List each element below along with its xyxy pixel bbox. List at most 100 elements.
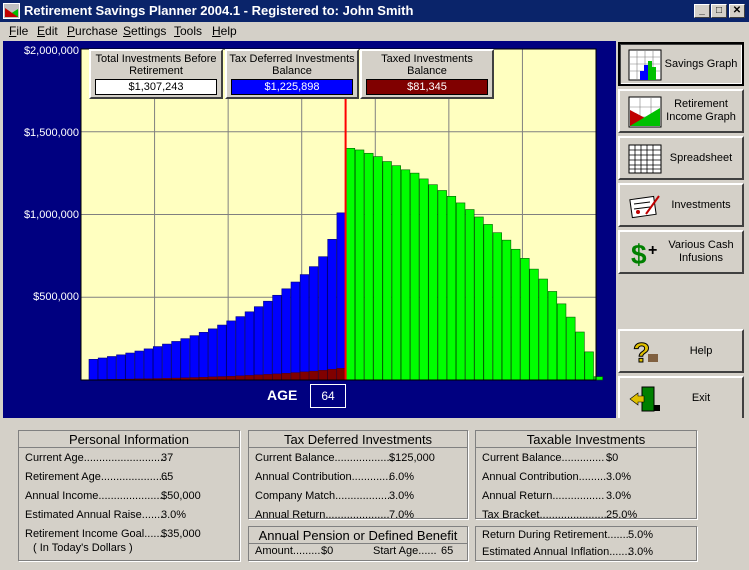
deferred-bar <box>272 294 282 381</box>
menu-edit[interactable]: Edit <box>37 24 58 38</box>
taxed-bar <box>327 369 337 381</box>
investments-button[interactable]: Investments <box>618 183 744 227</box>
retirement-bar <box>474 216 484 381</box>
deferred-bar <box>217 324 227 381</box>
deferred-bar <box>318 256 328 381</box>
retirement-bar <box>520 258 530 381</box>
total-investments-title: Total Investments Before Retirement <box>95 53 217 77</box>
taxed-bar <box>318 370 328 381</box>
retirement-bar <box>492 232 502 381</box>
deferred-balance-row: Current Balance................... $125,0… <box>255 452 435 464</box>
taxed-bar <box>263 374 273 381</box>
retirement-bar <box>566 316 576 381</box>
spreadsheet-icon <box>628 144 662 174</box>
taxed-bar <box>281 373 291 381</box>
retirement-bar <box>575 331 585 381</box>
svg-text:$: $ <box>631 239 647 269</box>
deferred-bar <box>336 212 346 381</box>
taxed-bar <box>290 372 300 381</box>
retirement-bar <box>446 195 457 381</box>
exit-label: Exit <box>691 391 711 404</box>
personal-info-title: Personal Information <box>19 432 239 448</box>
retirement-income-graph-button[interactable]: Retirement Income Graph <box>618 89 744 133</box>
close-button[interactable]: ✕ <box>729 4 745 18</box>
pension-amount-row: Amount......... $0 <box>255 545 334 557</box>
y-tick-label: $500,000 <box>33 291 79 303</box>
current-age-row: Current Age........................... 37 <box>25 452 174 464</box>
cash-infusions-button[interactable]: $ + Various Cash Infusions <box>618 230 744 274</box>
menu-bar: File Edit Purchase Settings Tools Help <box>0 22 749 40</box>
income-goal-row: Retirement Income Goal....... $35,000 <box>25 528 201 540</box>
todays-dollars-note: ( In Today's Dollars ) <box>33 542 133 554</box>
menu-file[interactable]: File <box>9 24 28 38</box>
deferred-bar <box>263 300 273 381</box>
retirement-bar <box>437 190 447 381</box>
retirement-bar <box>364 152 374 381</box>
deferred-bar <box>189 335 199 381</box>
retirement-bar <box>556 303 567 381</box>
retirement-bar <box>483 224 493 381</box>
retirement-bar <box>538 278 548 381</box>
retirement-bar <box>428 184 438 381</box>
cash-infusions-label: Various Cash Infusions <box>668 239 734 264</box>
taxed-bar <box>300 371 310 381</box>
deferred-bar <box>134 350 144 381</box>
deferred-contribution-row: Annual Contribution............. 6.0% <box>255 471 415 483</box>
pension-title: Annual Pension or Defined Benefit <box>249 528 467 544</box>
retirement-bar <box>455 202 466 381</box>
deferred-bar <box>171 341 181 381</box>
maximize-button[interactable]: □ <box>711 4 727 18</box>
total-investments-box: Total Investments Before Retirement $1,3… <box>89 49 223 99</box>
exit-button[interactable]: Exit <box>618 376 744 420</box>
deferred-bar <box>97 357 108 381</box>
savings-graph-button[interactable]: Savings Graph <box>618 42 744 86</box>
taxable-group[interactable]: Taxable Investments Current Balance.....… <box>475 430 697 521</box>
title-bar: Retirement Savings Planner 2004.1 - Regi… <box>0 0 749 22</box>
retirement-bar <box>400 169 411 381</box>
retirement-bar <box>419 178 429 381</box>
taxed-bar <box>235 375 245 381</box>
deferred-bar <box>88 359 98 381</box>
retirement-assumptions-group[interactable]: Return During Retirement....... 5.0% Esti… <box>475 526 697 561</box>
deferred-bar <box>180 338 190 381</box>
deferred-bar <box>290 281 300 381</box>
minimize-button[interactable]: _ <box>694 4 710 18</box>
menu-purchase[interactable]: Purchase <box>67 24 118 38</box>
spreadsheet-button[interactable]: Spreadsheet <box>618 136 744 180</box>
age-label: AGE <box>267 387 298 403</box>
retirement-bar <box>511 248 521 381</box>
pension-group[interactable]: Annual Pension or Defined Benefit Amount… <box>248 526 468 561</box>
deferred-bar <box>143 348 154 381</box>
help-label: Help <box>689 344 713 357</box>
deferred-bar <box>125 352 135 381</box>
menu-tools[interactable]: Tools <box>174 24 202 38</box>
app-chart-icon <box>3 3 20 19</box>
taxed-investments-box: Taxed Investments Balance $81,345 <box>360 49 494 99</box>
tax-bracket-row: Tax Bracket...................... 25.0% <box>482 509 638 521</box>
retirement-bar <box>465 209 475 381</box>
tax-deferred-group[interactable]: Tax Deferred Investments Current Balance… <box>248 430 468 521</box>
retirement-bar <box>391 165 401 381</box>
age-value: 64 <box>310 384 346 408</box>
taxable-balance-row: Current Balance.............. $0 <box>482 452 619 464</box>
deferred-return-row: Annual Return..................... 7.0% <box>255 509 415 521</box>
retirement-bar <box>354 149 365 381</box>
retirement-bar <box>373 156 383 381</box>
menu-help[interactable]: Help <box>212 24 237 38</box>
taxed-investments-title: Taxed Investments Balance <box>381 53 473 77</box>
deferred-bar <box>299 274 310 381</box>
deferred-bar <box>235 316 245 381</box>
help-button[interactable]: ? Help <box>618 329 744 373</box>
retirement-bar <box>501 239 512 381</box>
income-graph-label: Retirement Income Graph <box>666 98 736 123</box>
svg-text:+: + <box>648 242 657 259</box>
personal-info-group[interactable]: Personal Information Current Age........… <box>18 430 240 561</box>
company-match-row: Company Match.................. 3.0% <box>255 490 415 502</box>
question-mark-icon: ? <box>633 337 658 368</box>
menu-settings[interactable]: Settings <box>123 24 166 38</box>
deferred-bar <box>152 346 163 381</box>
tax-deferred-box: Tax Deferred Investments Balance $1,225,… <box>225 49 359 99</box>
taxed-bar <box>254 374 264 381</box>
y-tick-label: $1,500,000 <box>23 127 79 139</box>
svg-text:?: ? <box>633 337 650 368</box>
